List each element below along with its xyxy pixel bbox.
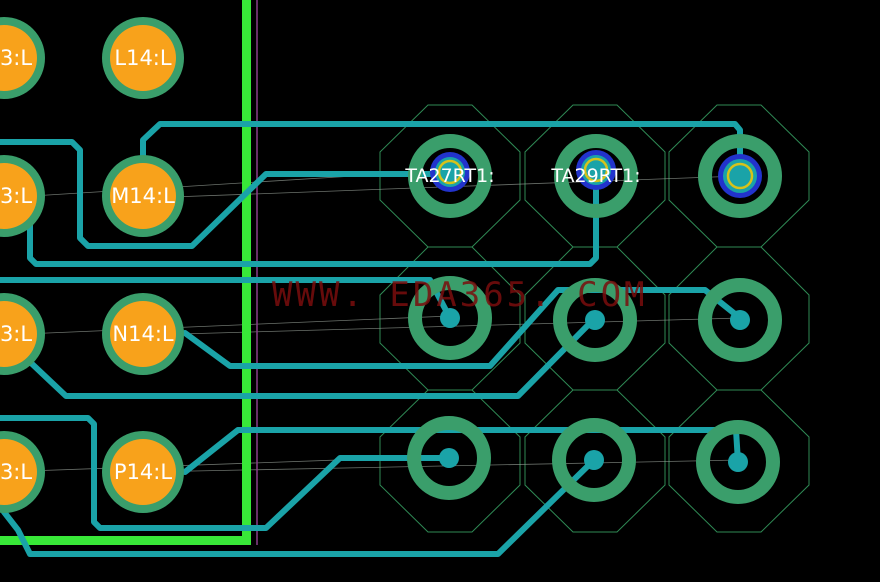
via-pad-r3c2[interactable] (552, 418, 636, 502)
pad-l14l[interactable]: L14:L (102, 17, 184, 99)
pad-label: N14:L (112, 322, 174, 346)
trace (0, 415, 451, 531)
ref-label-ta29: TA29RT1: (550, 165, 640, 187)
pad-3l-row3[interactable]: 3:L (0, 293, 45, 375)
pad-label: 3:L (0, 460, 32, 484)
pad-label: P14:L (114, 460, 172, 484)
pad-3l-row4[interactable]: 3:L (0, 431, 45, 513)
watermark: WWW. EDA365. COM (272, 275, 648, 315)
pad-p14l[interactable]: P14:L (102, 431, 184, 513)
pad-n14l[interactable]: N14:L (102, 293, 184, 375)
pad-m14l[interactable]: M14:L (102, 155, 184, 237)
ref-label-ta27: TA27RT1: (404, 165, 494, 187)
pad-label: M14:L (111, 184, 175, 208)
pad-label: L14:L (114, 46, 171, 70)
pcb-layout-canvas: 3:L L14:L 3:L M14:L 3:L N14:L 3:L P14:L … (0, 0, 810, 557)
pad-3l-row1[interactable]: 3:L (0, 17, 45, 99)
pad-label: 3:L (0, 46, 32, 70)
pad-label: 3:L (0, 184, 32, 208)
pad-3l-row2[interactable]: 3:L (0, 155, 45, 237)
pad-label: 3:L (0, 322, 32, 346)
via-pad-r2c3[interactable] (698, 278, 782, 362)
